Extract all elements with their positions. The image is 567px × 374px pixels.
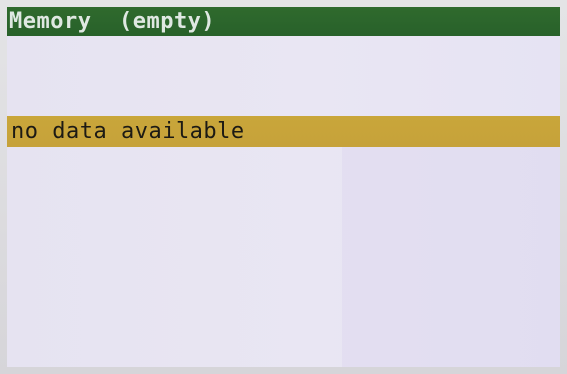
device-bezel: Memory (empty) no data available [0,0,567,374]
list-item-selected[interactable]: no data available [7,116,560,147]
list-item-label: no data available [11,119,245,144]
title-bar: Memory (empty) [7,7,560,36]
lcd-screen: Memory (empty) no data available [7,7,560,367]
screen-title: Memory (empty) [9,9,216,34]
